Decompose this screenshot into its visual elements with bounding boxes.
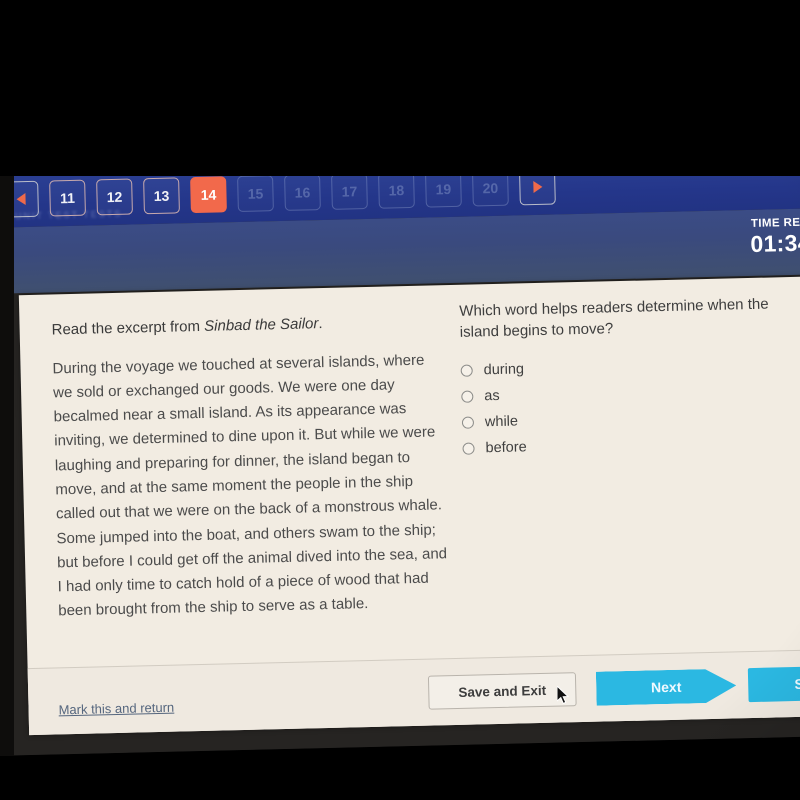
letterbox-top [0,0,800,176]
time-remaining-value: 01:34:2 [750,229,800,257]
triangle-left-icon [15,193,26,206]
question-number-label: 12 [106,188,123,206]
excerpt-lead-before: Read the excerpt from [51,317,205,339]
radio-button-icon[interactable] [460,364,473,377]
radio-button-icon[interactable] [461,416,475,429]
answer-options-list: during as while before [460,349,800,461]
answer-option-label: during [483,360,525,378]
time-remaining: TIME REMAIN 01:34:2 [681,216,800,260]
question-button-18[interactable]: 18 [378,171,415,209]
question-button-17[interactable]: 17 [331,172,368,210]
save-and-exit-button[interactable]: Save and Exit [427,672,577,710]
passage-text: During the voyage we touched at several … [52,351,448,620]
radio-button-icon[interactable] [461,390,474,403]
question-button-12[interactable]: 12 [96,178,133,216]
excerpt-source-title: Sinbad the Sailor [203,315,319,335]
question-number-label: 14 [200,186,217,203]
excerpt-instruction: Read the excerpt from Sinbad the Sailor. [51,311,443,340]
question-number-label: 11 [59,189,76,207]
triangle-right-icon [532,180,543,194]
answer-option-label: before [485,438,527,456]
question-button-14-current[interactable]: 14 [190,176,227,214]
question-button-13[interactable]: 13 [143,177,180,215]
question-button-16[interactable]: 16 [284,174,321,211]
answer-option-label: while [484,413,519,430]
question-number-label: 19 [435,180,452,198]
question-body: Read the excerpt from Sinbad the Sailor.… [19,276,800,669]
question-number-label: 15 [247,185,264,202]
question-number-label: 16 [294,184,311,201]
question-number-label: 13 [153,187,170,205]
letterbox-bottom [0,756,800,800]
quiz-screen: UNIT TEST TESTS 11 12 13 14 15 16 17 18 … [0,156,800,756]
answer-option-label: as [484,387,500,404]
next-button[interactable]: Next [596,668,737,705]
question-number-label: 18 [388,182,405,199]
screenshot-photo: UNIT TEST TESTS 11 12 13 14 15 16 17 18 … [0,0,800,800]
passage-column: Read the excerpt from Sinbad the Sailor.… [51,311,450,624]
mouse-cursor-icon [556,684,571,706]
question-number-label: 20 [482,179,499,197]
question-number-label: 17 [341,183,358,200]
question-content-panel: Read the excerpt from Sinbad the Sailor.… [18,276,800,736]
question-button-19[interactable]: 19 [425,170,462,208]
submit-button[interactable]: Submit [747,664,800,703]
question-prompt: Which word helps readers determine when … [459,295,769,342]
screen-left-bezel [0,176,14,756]
mark-this-and-return-link[interactable]: Mark this and return [58,700,174,718]
excerpt-lead-after: . [318,315,323,333]
question-button-15[interactable]: 15 [237,175,274,213]
question-column: Which word helps readers determine when … [459,293,800,462]
radio-button-icon[interactable] [462,442,475,455]
question-button-11[interactable]: 11 [49,179,86,217]
